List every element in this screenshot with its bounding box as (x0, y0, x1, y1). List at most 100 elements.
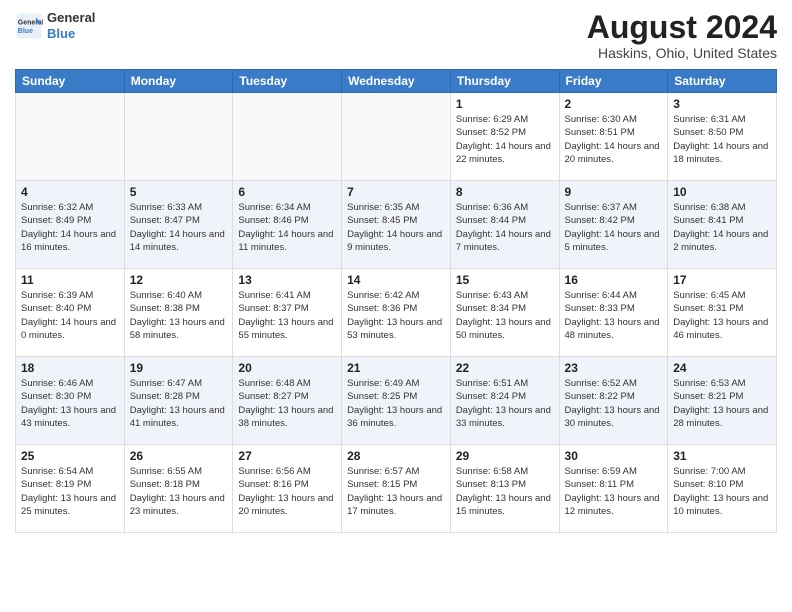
day-info: Sunrise: 6:49 AM Sunset: 8:25 PM Dayligh… (347, 377, 445, 430)
day-cell-17: 17 Sunrise: 6:45 AM Sunset: 8:31 PM Dayli… (668, 269, 777, 357)
day-header-tuesday: Tuesday (233, 70, 342, 93)
day-number: 21 (347, 361, 445, 375)
day-number: 19 (130, 361, 228, 375)
day-number: 18 (21, 361, 119, 375)
day-cell-11: 11 Sunrise: 6:39 AM Sunset: 8:40 PM Dayli… (16, 269, 125, 357)
day-number: 31 (673, 449, 771, 463)
day-info: Sunrise: 7:00 AM Sunset: 8:10 PM Dayligh… (673, 465, 771, 518)
day-cell-15: 15 Sunrise: 6:43 AM Sunset: 8:34 PM Dayli… (450, 269, 559, 357)
day-number: 17 (673, 273, 771, 287)
week-row-2: 4 Sunrise: 6:32 AM Sunset: 8:49 PM Daylig… (16, 181, 777, 269)
week-row-3: 11 Sunrise: 6:39 AM Sunset: 8:40 PM Dayli… (16, 269, 777, 357)
day-info: Sunrise: 6:35 AM Sunset: 8:45 PM Dayligh… (347, 201, 445, 254)
day-number: 23 (565, 361, 663, 375)
day-number: 22 (456, 361, 554, 375)
day-cell-28: 28 Sunrise: 6:57 AM Sunset: 8:15 PM Dayli… (342, 445, 451, 533)
day-number: 30 (565, 449, 663, 463)
day-number: 11 (21, 273, 119, 287)
day-info: Sunrise: 6:29 AM Sunset: 8:52 PM Dayligh… (456, 113, 554, 166)
day-info: Sunrise: 6:32 AM Sunset: 8:49 PM Dayligh… (21, 201, 119, 254)
logo-blue: Blue (47, 26, 95, 42)
day-header-thursday: Thursday (450, 70, 559, 93)
day-cell-27: 27 Sunrise: 6:56 AM Sunset: 8:16 PM Dayli… (233, 445, 342, 533)
day-cell-20: 20Sunrise: 6:48 AM Sunset: 8:27 PM Dayli… (233, 357, 342, 445)
day-number: 10 (673, 185, 771, 199)
day-cell-4: 4 Sunrise: 6:32 AM Sunset: 8:49 PM Daylig… (16, 181, 125, 269)
month-year-title: August 2024 (587, 10, 777, 45)
day-cell-30: 30 Sunrise: 6:59 AM Sunset: 8:11 PM Dayli… (559, 445, 668, 533)
day-info: Sunrise: 6:46 AM Sunset: 8:30 PM Dayligh… (21, 377, 119, 430)
day-number: 15 (456, 273, 554, 287)
day-number: 1 (456, 97, 554, 111)
day-cell-13: 13Sunrise: 6:41 AM Sunset: 8:37 PM Dayli… (233, 269, 342, 357)
day-info: Sunrise: 6:52 AM Sunset: 8:22 PM Dayligh… (565, 377, 663, 430)
day-cell-24: 24Sunrise: 6:53 AM Sunset: 8:21 PM Dayli… (668, 357, 777, 445)
day-cell-2: 2Sunrise: 6:30 AM Sunset: 8:51 PM Daylig… (559, 93, 668, 181)
day-cell-21: 21 Sunrise: 6:49 AM Sunset: 8:25 PM Dayli… (342, 357, 451, 445)
day-cell-18: 18 Sunrise: 6:46 AM Sunset: 8:30 PM Dayli… (16, 357, 125, 445)
svg-text:Blue: Blue (18, 28, 33, 35)
day-cell-29: 29Sunrise: 6:58 AM Sunset: 8:13 PM Dayli… (450, 445, 559, 533)
day-number: 5 (130, 185, 228, 199)
day-info: Sunrise: 6:43 AM Sunset: 8:34 PM Dayligh… (456, 289, 554, 342)
day-info: Sunrise: 6:59 AM Sunset: 8:11 PM Dayligh… (565, 465, 663, 518)
empty-cell (233, 93, 342, 181)
day-cell-16: 16 Sunrise: 6:44 AM Sunset: 8:33 PM Dayli… (559, 269, 668, 357)
day-cell-8: 8Sunrise: 6:36 AM Sunset: 8:44 PM Daylig… (450, 181, 559, 269)
day-info: Sunrise: 6:40 AM Sunset: 8:38 PM Dayligh… (130, 289, 228, 342)
day-info: Sunrise: 6:57 AM Sunset: 8:15 PM Dayligh… (347, 465, 445, 518)
day-cell-26: 26 Sunrise: 6:55 AM Sunset: 8:18 PM Dayli… (124, 445, 233, 533)
day-cell-14: 14 Sunrise: 6:42 AM Sunset: 8:36 PM Dayli… (342, 269, 451, 357)
week-row-1: 1 Sunrise: 6:29 AM Sunset: 8:52 PM Daylig… (16, 93, 777, 181)
day-header-monday: Monday (124, 70, 233, 93)
day-number: 27 (238, 449, 336, 463)
empty-cell (16, 93, 125, 181)
day-info: Sunrise: 6:56 AM Sunset: 8:16 PM Dayligh… (238, 465, 336, 518)
logo-general: General (47, 10, 95, 26)
day-number: 26 (130, 449, 228, 463)
day-info: Sunrise: 6:33 AM Sunset: 8:47 PM Dayligh… (130, 201, 228, 254)
day-header-wednesday: Wednesday (342, 70, 451, 93)
day-info: Sunrise: 6:44 AM Sunset: 8:33 PM Dayligh… (565, 289, 663, 342)
day-cell-3: 3Sunrise: 6:31 AM Sunset: 8:50 PM Daylig… (668, 93, 777, 181)
day-cell-25: 25Sunrise: 6:54 AM Sunset: 8:19 PM Dayli… (16, 445, 125, 533)
day-info: Sunrise: 6:48 AM Sunset: 8:27 PM Dayligh… (238, 377, 336, 430)
day-number: 13 (238, 273, 336, 287)
day-cell-1: 1 Sunrise: 6:29 AM Sunset: 8:52 PM Daylig… (450, 93, 559, 181)
day-number: 14 (347, 273, 445, 287)
location-subtitle: Haskins, Ohio, United States (587, 45, 777, 61)
day-info: Sunrise: 6:54 AM Sunset: 8:19 PM Dayligh… (21, 465, 119, 518)
day-info: Sunrise: 6:34 AM Sunset: 8:46 PM Dayligh… (238, 201, 336, 254)
header-row: SundayMondayTuesdayWednesdayThursdayFrid… (16, 70, 777, 93)
empty-cell (124, 93, 233, 181)
day-number: 12 (130, 273, 228, 287)
day-number: 3 (673, 97, 771, 111)
header: General Blue General Blue August 2024 Ha… (15, 10, 777, 61)
day-header-saturday: Saturday (668, 70, 777, 93)
day-info: Sunrise: 6:47 AM Sunset: 8:28 PM Dayligh… (130, 377, 228, 430)
day-number: 8 (456, 185, 554, 199)
day-number: 4 (21, 185, 119, 199)
day-number: 28 (347, 449, 445, 463)
day-cell-5: 5 Sunrise: 6:33 AM Sunset: 8:47 PM Daylig… (124, 181, 233, 269)
day-info: Sunrise: 6:45 AM Sunset: 8:31 PM Dayligh… (673, 289, 771, 342)
day-cell-6: 6Sunrise: 6:34 AM Sunset: 8:46 PM Daylig… (233, 181, 342, 269)
day-info: Sunrise: 6:51 AM Sunset: 8:24 PM Dayligh… (456, 377, 554, 430)
day-cell-31: 31 Sunrise: 7:00 AM Sunset: 8:10 PM Dayli… (668, 445, 777, 533)
day-number: 16 (565, 273, 663, 287)
calendar-table: SundayMondayTuesdayWednesdayThursdayFrid… (15, 69, 777, 533)
day-cell-10: 10 Sunrise: 6:38 AM Sunset: 8:41 PM Dayli… (668, 181, 777, 269)
day-info: Sunrise: 6:55 AM Sunset: 8:18 PM Dayligh… (130, 465, 228, 518)
day-info: Sunrise: 6:37 AM Sunset: 8:42 PM Dayligh… (565, 201, 663, 254)
day-cell-22: 22 Sunrise: 6:51 AM Sunset: 8:24 PM Dayli… (450, 357, 559, 445)
day-cell-12: 12 Sunrise: 6:40 AM Sunset: 8:38 PM Dayli… (124, 269, 233, 357)
empty-cell (342, 93, 451, 181)
day-cell-23: 23 Sunrise: 6:52 AM Sunset: 8:22 PM Dayli… (559, 357, 668, 445)
day-number: 7 (347, 185, 445, 199)
day-info: Sunrise: 6:38 AM Sunset: 8:41 PM Dayligh… (673, 201, 771, 254)
day-info: Sunrise: 6:30 AM Sunset: 8:51 PM Dayligh… (565, 113, 663, 166)
day-info: Sunrise: 6:39 AM Sunset: 8:40 PM Dayligh… (21, 289, 119, 342)
day-cell-7: 7 Sunrise: 6:35 AM Sunset: 8:45 PM Daylig… (342, 181, 451, 269)
day-header-friday: Friday (559, 70, 668, 93)
day-info: Sunrise: 6:42 AM Sunset: 8:36 PM Dayligh… (347, 289, 445, 342)
